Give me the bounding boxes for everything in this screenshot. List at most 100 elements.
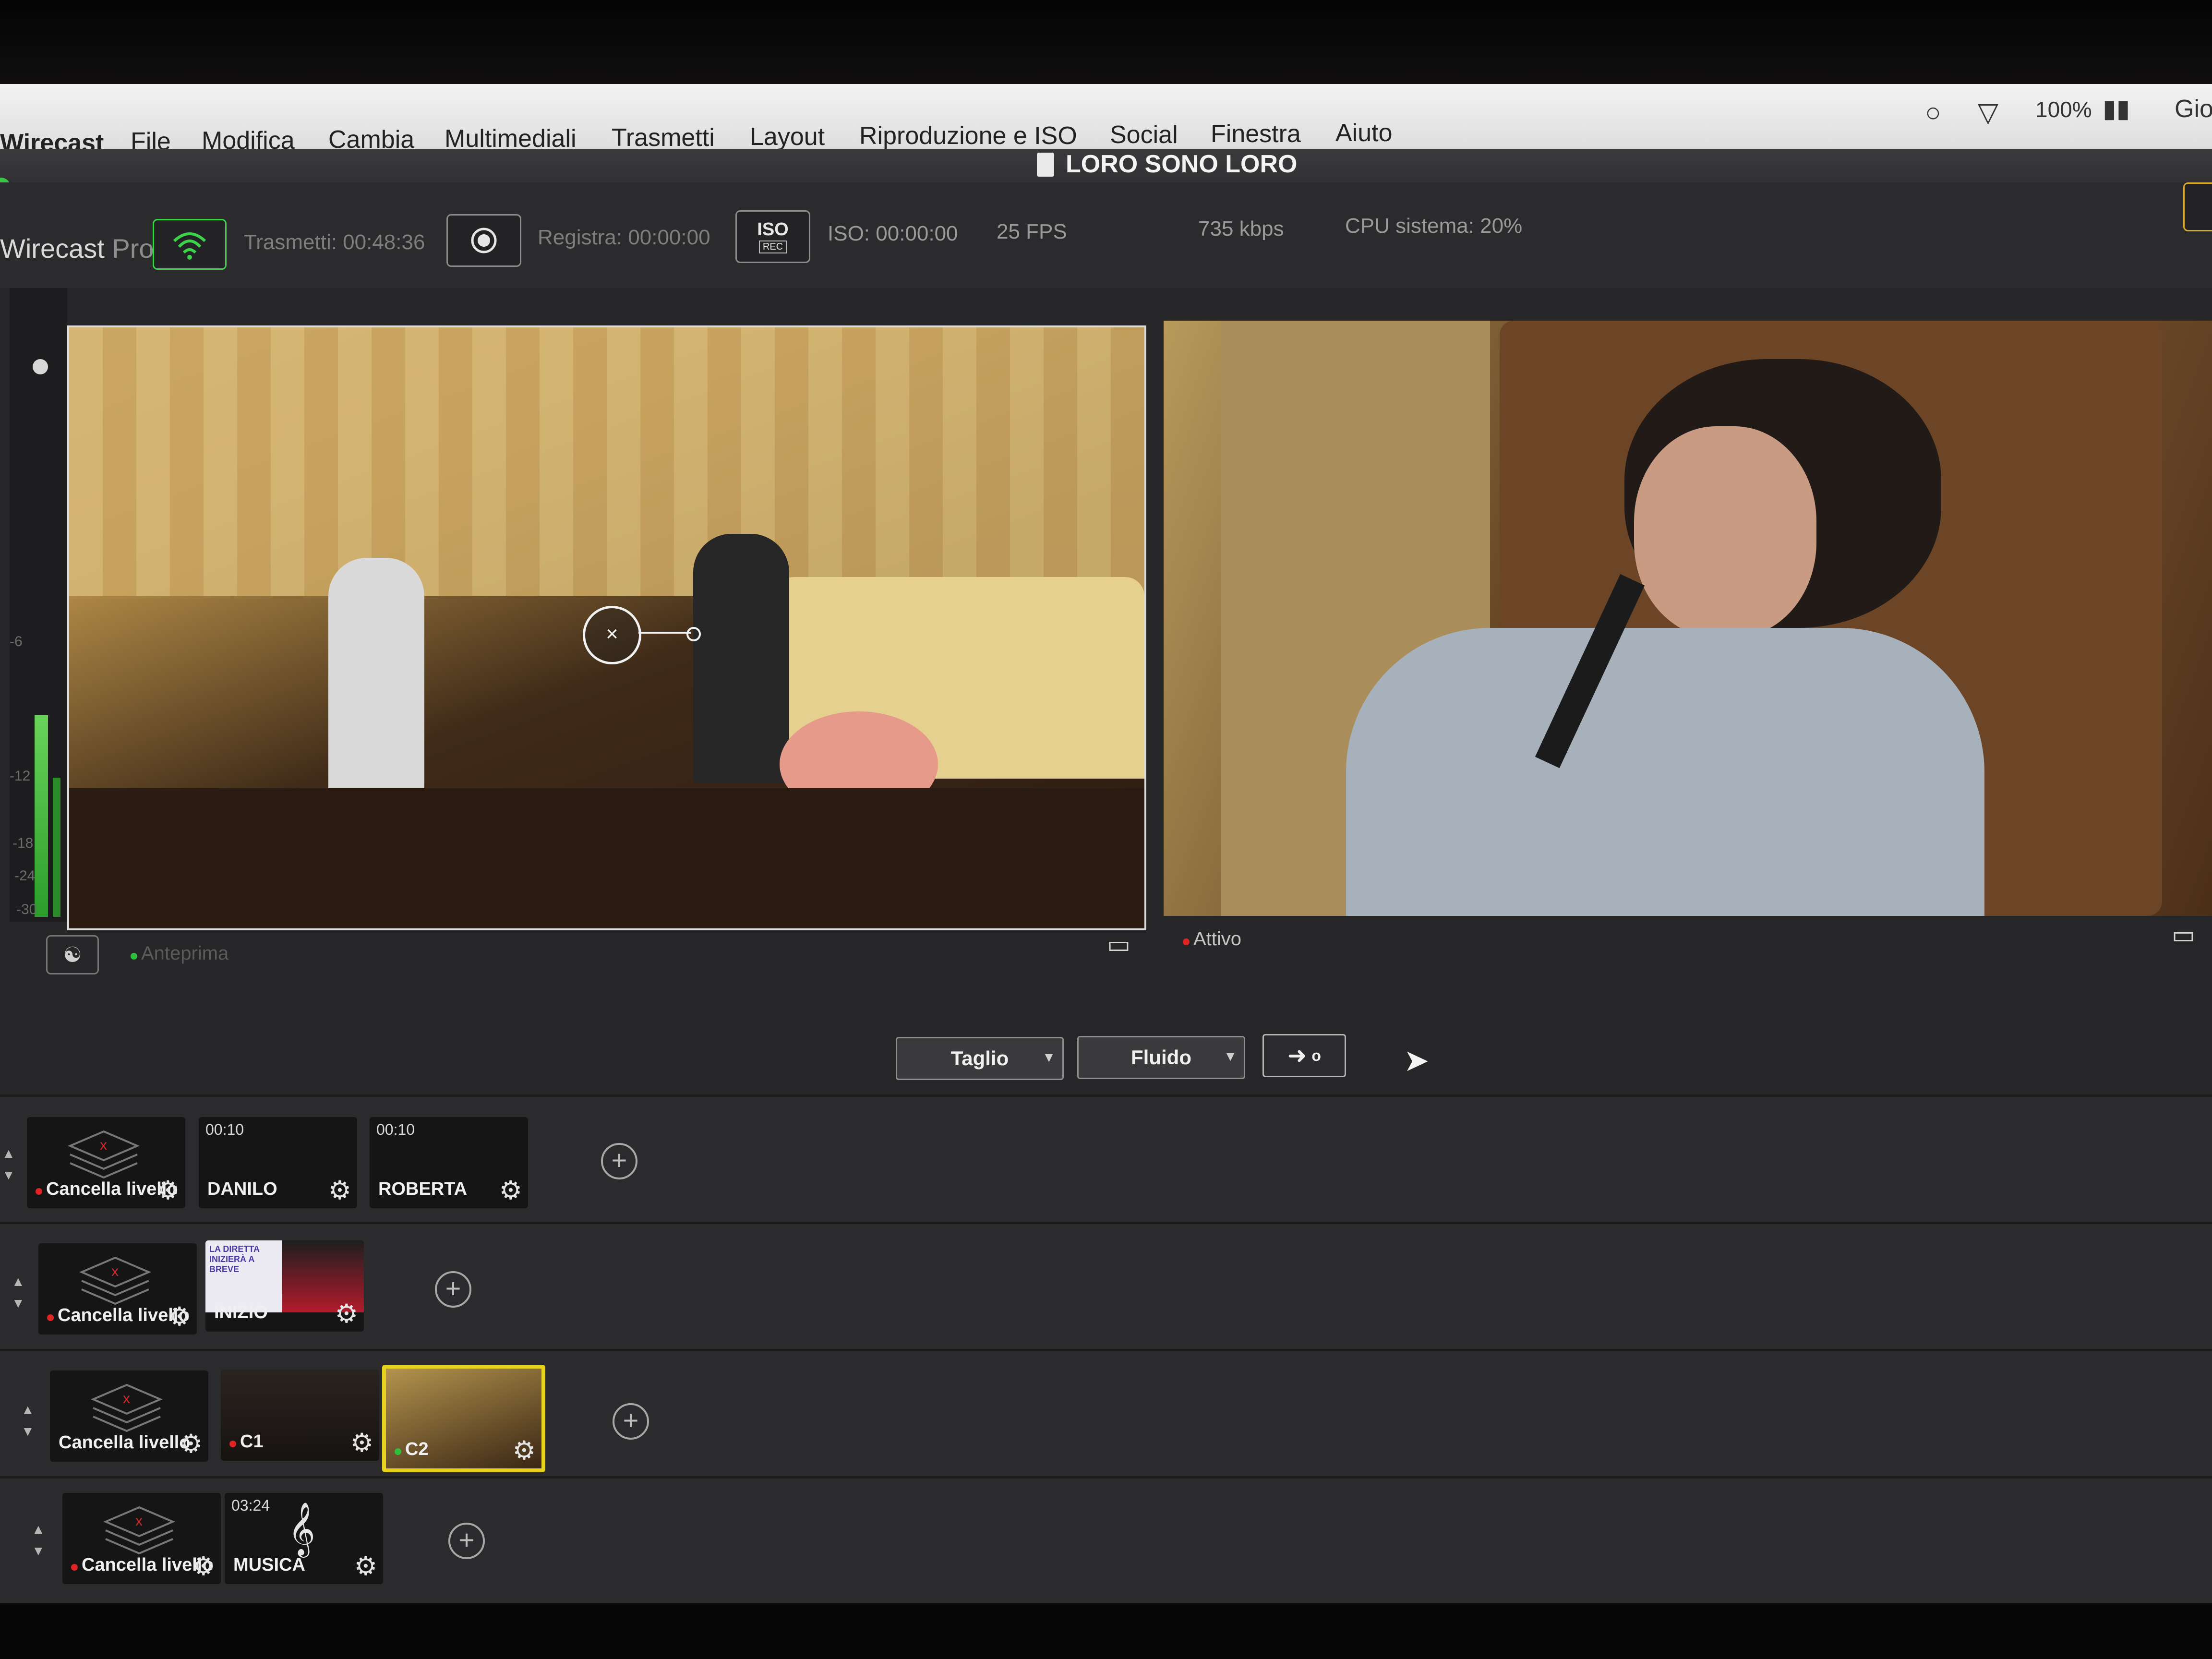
- preview-label: Anteprima: [131, 943, 228, 964]
- fps-label: 25 FPS: [997, 220, 1067, 243]
- audio-level-bar: [35, 715, 48, 917]
- live-person-body: [1346, 628, 1984, 916]
- record-icon: [471, 228, 497, 253]
- cut-transition-dropdown[interactable]: Taglio ▼: [896, 1037, 1064, 1080]
- gear-icon[interactable]: ⚙: [335, 1301, 358, 1327]
- headphones-button[interactable]: ☯: [46, 935, 99, 974]
- app-name: Wirecast: [0, 233, 105, 264]
- menu-social[interactable]: Social: [1110, 120, 1178, 149]
- layers-panel: ▲ ▼ x Cancella livello ⚙ 00:10 DANILO ⚙ 0…: [0, 1094, 2212, 1606]
- preview-person-left: [328, 558, 424, 807]
- gear-icon[interactable]: ⚙: [168, 1304, 191, 1330]
- gear-icon[interactable]: ⚙: [328, 1178, 351, 1203]
- mouse-cursor-icon: ➤: [1404, 1043, 1430, 1078]
- clear-layer-icon: x: [103, 1506, 176, 1555]
- broadcast-timer: Trasmetti: 00:48:36: [244, 230, 425, 254]
- gear-icon[interactable]: ⚙: [156, 1178, 180, 1203]
- shot-musica[interactable]: 03:24 𝄞 MUSICA ⚙: [225, 1493, 383, 1584]
- gear-icon[interactable]: ⚙: [354, 1553, 377, 1579]
- app-name-label: Wirecast Pro: [0, 233, 154, 264]
- cpu-label: CPU sistema: 20%: [1345, 214, 1523, 238]
- iso-timer: ISO: 00:00:00: [828, 222, 958, 245]
- layer-reorder-arrows[interactable]: ▲ ▼: [12, 1271, 25, 1314]
- add-shot-button[interactable]: +: [601, 1143, 637, 1179]
- iso-badge-top: ISO: [757, 219, 789, 240]
- clear-layer-icon: x: [90, 1383, 163, 1432]
- add-shot-button[interactable]: +: [435, 1271, 471, 1308]
- menu-layout[interactable]: Layout: [750, 122, 825, 151]
- shot-name: ROBERTA: [378, 1179, 468, 1199]
- preview-person-right: [693, 534, 789, 783]
- preview-label-text: Anteprima: [141, 943, 229, 964]
- menu-aiuto[interactable]: Aiuto: [1335, 119, 1393, 147]
- live-person-face: [1634, 426, 1816, 637]
- shot-inizio[interactable]: LA DIRETTA INIZIERÀ A BREVE INIZIO ⚙: [205, 1240, 364, 1332]
- gear-icon[interactable]: ⚙: [513, 1438, 536, 1464]
- shot-name: C2: [395, 1439, 429, 1460]
- shot-clear-layer[interactable]: x Cancella livello ⚙: [38, 1243, 197, 1334]
- shot-roberta[interactable]: 00:10 ROBERTA ⚙: [370, 1117, 528, 1208]
- svg-text:x: x: [135, 1513, 143, 1529]
- menu-clock[interactable]: Gio: [2175, 95, 2212, 123]
- app-edition: Pro: [112, 233, 154, 264]
- svg-text:x: x: [111, 1263, 119, 1279]
- transform-center-handle[interactable]: ×: [583, 606, 641, 664]
- monitor-bezel-top: [0, 0, 2212, 84]
- rotate-handle[interactable]: [686, 627, 701, 641]
- creative-cloud-icon[interactable]: ○: [1925, 96, 1941, 128]
- layer-reorder-arrows[interactable]: ▲ ▼: [2, 1143, 15, 1186]
- go-button[interactable]: ➜ o: [1262, 1034, 1346, 1077]
- shot-c1[interactable]: C1 ⚙: [221, 1370, 379, 1461]
- meter-tick: -12: [10, 768, 31, 784]
- menu-trasmetti[interactable]: Trasmetti: [612, 123, 715, 152]
- wifi-icon[interactable]: ▽: [1978, 96, 1998, 128]
- meter-tick: -24: [14, 868, 36, 884]
- menu-bar: Wirecast File Modifica Cambia Multimedia…: [0, 84, 2212, 157]
- audio-meter-handle[interactable]: [33, 359, 48, 374]
- live-display-icon[interactable]: ▭: [2172, 921, 2195, 950]
- shot-c2-selected[interactable]: C2 ⚙: [382, 1365, 545, 1472]
- chevron-down-icon: ▼: [1042, 1050, 1056, 1065]
- menu-finestra[interactable]: Finestra: [1211, 120, 1301, 148]
- iso-record-button[interactable]: ISO REC: [735, 210, 810, 263]
- meter-tick: -6: [10, 634, 23, 649]
- chevron-down-icon: ▼: [1224, 1049, 1237, 1064]
- inizio-thumb-text: LA DIRETTA INIZIERÀ A BREVE: [209, 1244, 260, 1274]
- preview-display-icon[interactable]: ▭: [1107, 930, 1130, 959]
- cut-transition-label: Taglio: [950, 1047, 1009, 1070]
- layer-row-4: ▲ ▼ x Cancella livello ⚙ 03:24 𝄞 MUSICA ⚙…: [0, 1476, 2212, 1606]
- gear-icon[interactable]: ⚙: [192, 1553, 215, 1579]
- shot-clear-layer[interactable]: x Cancella livello ⚙: [50, 1370, 208, 1462]
- gear-icon[interactable]: ⚙: [180, 1431, 203, 1457]
- clear-layer-icon: x: [67, 1130, 140, 1179]
- shot-name: C1: [229, 1431, 264, 1452]
- rotate-handle-line: [638, 632, 691, 634]
- battery-icon[interactable]: ▮▮: [2103, 95, 2130, 123]
- go-dot: o: [1311, 1046, 1321, 1064]
- layer-reorder-arrows[interactable]: ▲ ▼: [32, 1519, 45, 1562]
- monitor-bezel-bottom: [0, 1603, 2212, 1659]
- smooth-transition-dropdown[interactable]: Fluido ▼: [1077, 1036, 1245, 1079]
- gear-icon[interactable]: ⚙: [499, 1178, 522, 1203]
- shot-danilo[interactable]: 00:10 DANILO ⚙: [199, 1117, 357, 1208]
- gear-icon[interactable]: ⚙: [350, 1430, 373, 1456]
- layer-reorder-arrows[interactable]: ▲ ▼: [21, 1399, 35, 1443]
- document-icon: [1037, 153, 1054, 177]
- add-shot-button[interactable]: +: [448, 1523, 485, 1559]
- toolbar-right-button[interactable]: [2183, 182, 2212, 231]
- window-title: LORO SONO LORO: [1066, 150, 1298, 178]
- bitrate-label: 735 kbps: [1198, 217, 1284, 240]
- arrow-right-icon: ➜: [1287, 1043, 1307, 1069]
- meter-tick: -18: [12, 835, 34, 851]
- shot-duration: 00:10: [376, 1121, 415, 1138]
- shot-clear-layer[interactable]: x Cancella livello ⚙: [62, 1493, 221, 1584]
- svg-text:x: x: [100, 1137, 107, 1153]
- broadcast-button[interactable]: [153, 219, 227, 270]
- live-monitor[interactable]: [1164, 321, 2212, 916]
- shot-clear-layer[interactable]: x Cancella livello ⚙: [27, 1117, 185, 1208]
- add-shot-button[interactable]: +: [613, 1403, 649, 1440]
- iso-badge-bottom: REC: [758, 240, 787, 253]
- live-label-text: Attivo: [1193, 928, 1242, 950]
- menu-riproduzione-iso[interactable]: Riproduzione e ISO: [859, 121, 1077, 150]
- record-button[interactable]: [446, 214, 521, 267]
